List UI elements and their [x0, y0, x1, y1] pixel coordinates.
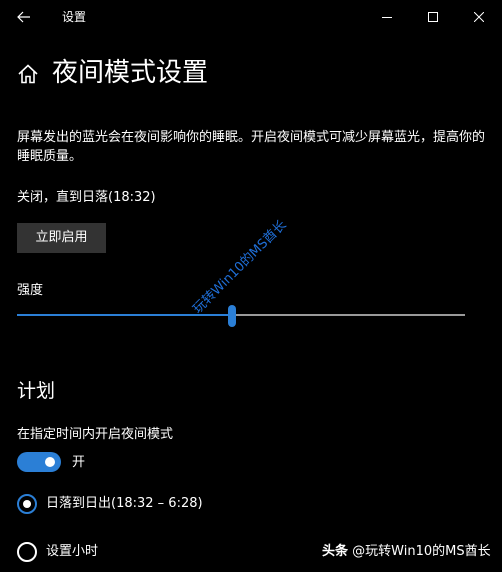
minimize-icon: [382, 17, 392, 18]
strength-slider[interactable]: [17, 305, 465, 327]
schedule-toggle[interactable]: [17, 452, 61, 472]
footer-watermark-text: @玩转Win10的MS酋长: [348, 544, 491, 559]
minimize-button[interactable]: [364, 0, 410, 34]
footer-watermark-prefix: 头条: [322, 544, 349, 559]
settings-window: 设置 夜间模式设置 屏幕发出的蓝光会在夜间影响你的睡眠。开启夜间模式可减少屏幕蓝…: [0, 0, 502, 572]
app-title: 设置: [62, 10, 87, 24]
schedule-toggle-label: 在指定时间内开启夜间模式: [17, 427, 174, 442]
toggle-knob: [45, 457, 55, 467]
radio-sunset-to-sunrise[interactable]: [17, 494, 37, 514]
enable-now-button[interactable]: 立即启用: [17, 223, 106, 253]
back-button[interactable]: [10, 4, 38, 30]
radio-label-sunset-to-sunrise[interactable]: 日落到日出(18:32 – 6:28): [46, 495, 203, 513]
toggle-state-label: 开: [72, 455, 86, 470]
title-bar: 设置: [0, 0, 502, 34]
close-button[interactable]: [456, 0, 502, 34]
slider-thumb[interactable]: [228, 305, 236, 327]
close-icon: [474, 12, 484, 22]
maximize-icon: [428, 12, 438, 22]
radio-label-set-hours[interactable]: 设置小时: [46, 543, 98, 561]
watermark-text: 玩转Win10的MS酋长: [190, 217, 290, 317]
night-light-description: 屏幕发出的蓝光会在夜间影响你的睡眠。开启夜间模式可减少屏幕蓝光，提高你的睡眠质量…: [17, 130, 486, 164]
radio-set-hours[interactable]: [17, 542, 37, 562]
page-title: 夜间模式设置: [52, 58, 209, 88]
home-icon[interactable]: [17, 63, 39, 85]
back-arrow-icon: [17, 11, 30, 23]
maximize-button[interactable]: [410, 0, 456, 34]
status-text: 关闭，直到日落(18:32): [17, 190, 156, 205]
schedule-section-title: 计划: [17, 380, 56, 402]
footer-watermark: 头条 @玩转Win10的MS酋长: [322, 543, 491, 561]
strength-label: 强度: [17, 283, 44, 298]
radio-selected-dot: [23, 500, 31, 508]
